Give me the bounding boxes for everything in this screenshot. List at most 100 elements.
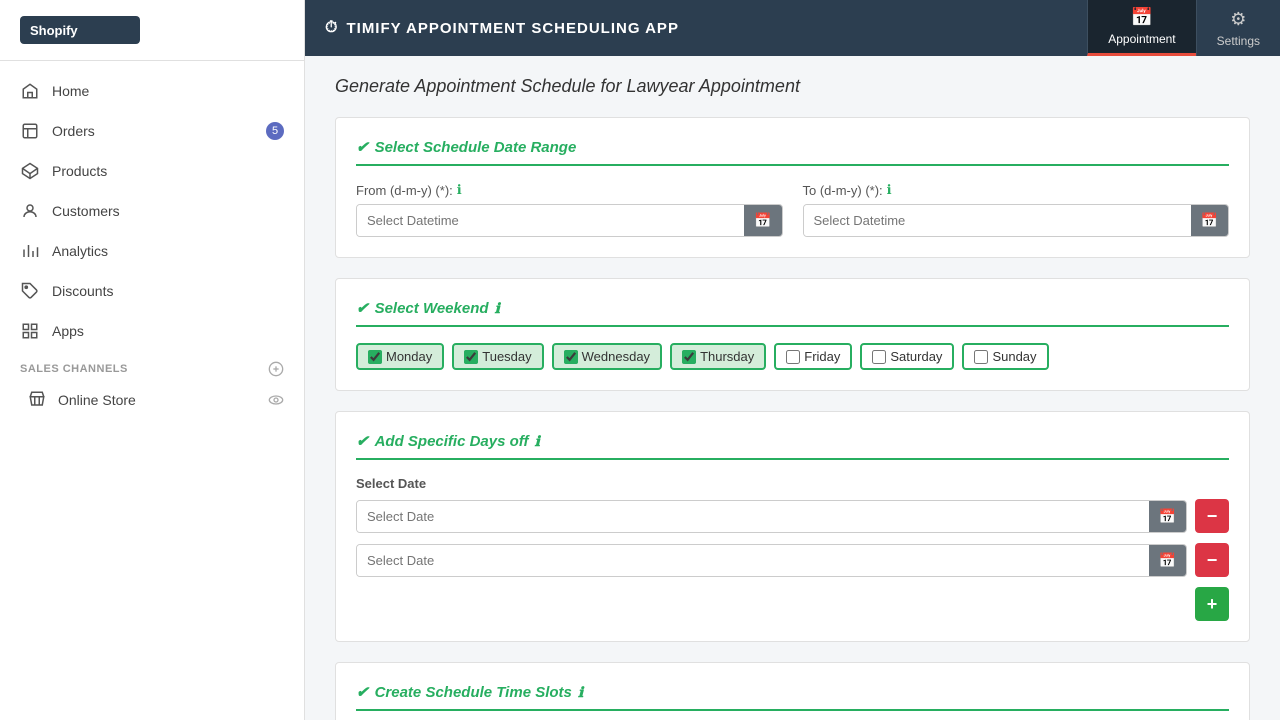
days-off-section: ✔ Add Specific Days off ℹ Select Date 📅 … [335,411,1250,642]
sunday-checkbox[interactable] [974,350,988,364]
from-date-label: From (d-m-y) (*): ℹ [356,182,783,198]
apps-icon [20,321,40,341]
remove-days-off-row-1-button[interactable]: − [1195,499,1229,533]
sidebar-item-discounts[interactable]: Discounts [0,271,304,311]
monday-label: Monday [386,349,432,364]
days-off-input-2[interactable] [357,545,1149,576]
from-datetime-input[interactable] [357,205,744,236]
to-info-icon: ℹ [887,182,892,198]
sidebar-item-orders-label: Orders [52,123,95,139]
sidebar-item-analytics[interactable]: Analytics [0,231,304,271]
wednesday-checkbox[interactable] [564,350,578,364]
check-icon-days-off: ✔ [356,432,369,450]
from-datetime-input-wrapper: 📅 [356,204,783,237]
monday-checkbox[interactable] [368,350,382,364]
add-days-off-row-button[interactable]: + [1195,587,1229,621]
to-date-label: To (d-m-y) (*): ℹ [803,182,1230,198]
days-off-row-2: 📅 − [356,543,1229,577]
app-title: TIMIFY APPOINTMENT SCHEDULING APP [346,20,678,37]
orders-badge: 5 [266,122,284,140]
sidebar-item-discounts-label: Discounts [52,283,113,299]
sidebar-logo: Shopify [0,0,304,61]
day-monday[interactable]: Monday [356,343,444,370]
store-icon [28,390,48,410]
tuesday-checkbox[interactable] [464,350,478,364]
day-sunday[interactable]: Sunday [962,343,1048,370]
online-store-label: Online Store [58,392,136,408]
thursday-checkbox[interactable] [682,350,696,364]
tab-appointment[interactable]: 📅 Appointment [1087,0,1195,56]
days-off-row-1: 📅 − [356,499,1229,533]
sidebar-item-online-store[interactable]: Online Store [0,382,304,418]
appointment-tab-icon: 📅 [1131,7,1153,28]
sidebar-item-apps-label: Apps [52,323,84,339]
to-date-field: To (d-m-y) (*): ℹ 📅 [803,182,1230,237]
days-off-input-1-wrapper: 📅 [356,500,1187,533]
saturday-label: Saturday [890,349,942,364]
page-title: Generate Appointment Schedule for Lawyea… [335,76,1250,97]
topbar: ⏱ TIMIFY APPOINTMENT SCHEDULING APP 📅 Ap… [305,0,1280,56]
remove-days-off-row-2-button[interactable]: − [1195,543,1229,577]
sidebar-item-home-label: Home [52,83,89,99]
sidebar: Shopify Home Orders 5 Products [0,0,305,720]
check-icon-time-slots: ✔ [356,683,369,701]
sales-channels-label: SALES CHANNELS [20,363,128,375]
check-icon-weekend: ✔ [356,299,369,317]
saturday-checkbox[interactable] [872,350,886,364]
analytics-icon [20,241,40,261]
weekend-info-icon: ℹ [495,300,500,317]
sales-channels-section: SALES CHANNELS [0,351,304,382]
topbar-tabs: 📅 Appointment ⚙ Settings [1087,0,1280,56]
date-range-title: Select Schedule Date Range [375,139,577,156]
to-datetime-input-wrapper: 📅 [803,204,1230,237]
topbar-title: ⏱ TIMIFY APPOINTMENT SCHEDULING APP [305,19,1087,37]
time-slots-section: ✔ Create Schedule Time Slots ℹ From Time… [335,662,1250,720]
day-thursday[interactable]: Thursday [670,343,766,370]
sidebar-item-home[interactable]: Home [0,71,304,111]
time-slots-title: Create Schedule Time Slots [375,684,572,701]
day-tuesday[interactable]: Tuesday [452,343,543,370]
wednesday-label: Wednesday [582,349,650,364]
days-off-info-icon: ℹ [535,433,540,450]
sidebar-item-customers-label: Customers [52,203,120,219]
tuesday-label: Tuesday [482,349,531,364]
eye-icon[interactable] [268,392,284,408]
sidebar-item-customers[interactable]: Customers [0,191,304,231]
time-slots-info-icon: ℹ [578,684,583,701]
main-content: ⏱ TIMIFY APPOINTMENT SCHEDULING APP 📅 Ap… [305,0,1280,720]
friday-checkbox[interactable] [786,350,800,364]
days-off-cal-btn-1[interactable]: 📅 [1149,501,1186,532]
sidebar-item-products[interactable]: Products [0,151,304,191]
date-range-row: From (d-m-y) (*): ℹ 📅 To (d-m-y) (*): ℹ [356,182,1229,237]
add-channel-icon[interactable] [268,361,284,377]
from-calendar-button[interactable]: 📅 [744,205,781,236]
sidebar-item-products-label: Products [52,163,107,179]
day-wednesday[interactable]: Wednesday [552,343,662,370]
thursday-label: Thursday [700,349,754,364]
sidebar-item-apps[interactable]: Apps [0,311,304,351]
to-datetime-input[interactable] [804,205,1191,236]
day-saturday[interactable]: Saturday [860,343,954,370]
from-date-field: From (d-m-y) (*): ℹ 📅 [356,182,783,237]
weekend-section: ✔ Select Weekend ℹ Monday Tuesday Wednes… [335,278,1250,391]
from-info-icon: ℹ [457,182,462,198]
sidebar-item-orders[interactable]: Orders 5 [0,111,304,151]
date-range-section: ✔ Select Schedule Date Range From (d-m-y… [335,117,1250,258]
tab-settings[interactable]: ⚙ Settings [1196,0,1280,56]
select-date-label: Select Date [356,476,1229,491]
days-off-title: Add Specific Days off [375,433,529,450]
to-calendar-button[interactable]: 📅 [1191,205,1228,236]
clock-icon: ⏱ [325,19,338,37]
check-icon-date: ✔ [356,138,369,156]
page-content: Generate Appointment Schedule for Lawyea… [305,56,1280,720]
sidebar-navigation: Home Orders 5 Products Customers [0,61,304,428]
days-off-cal-btn-2[interactable]: 📅 [1149,545,1186,576]
home-icon [20,81,40,101]
weekend-days-row: Monday Tuesday Wednesday Thursday Friday [356,343,1229,370]
days-off-header: ✔ Add Specific Days off ℹ [356,432,1229,460]
orders-icon [20,121,40,141]
weekend-header: ✔ Select Weekend ℹ [356,299,1229,327]
day-friday[interactable]: Friday [774,343,852,370]
days-off-input-1[interactable] [357,501,1149,532]
settings-tab-label: Settings [1217,34,1260,48]
